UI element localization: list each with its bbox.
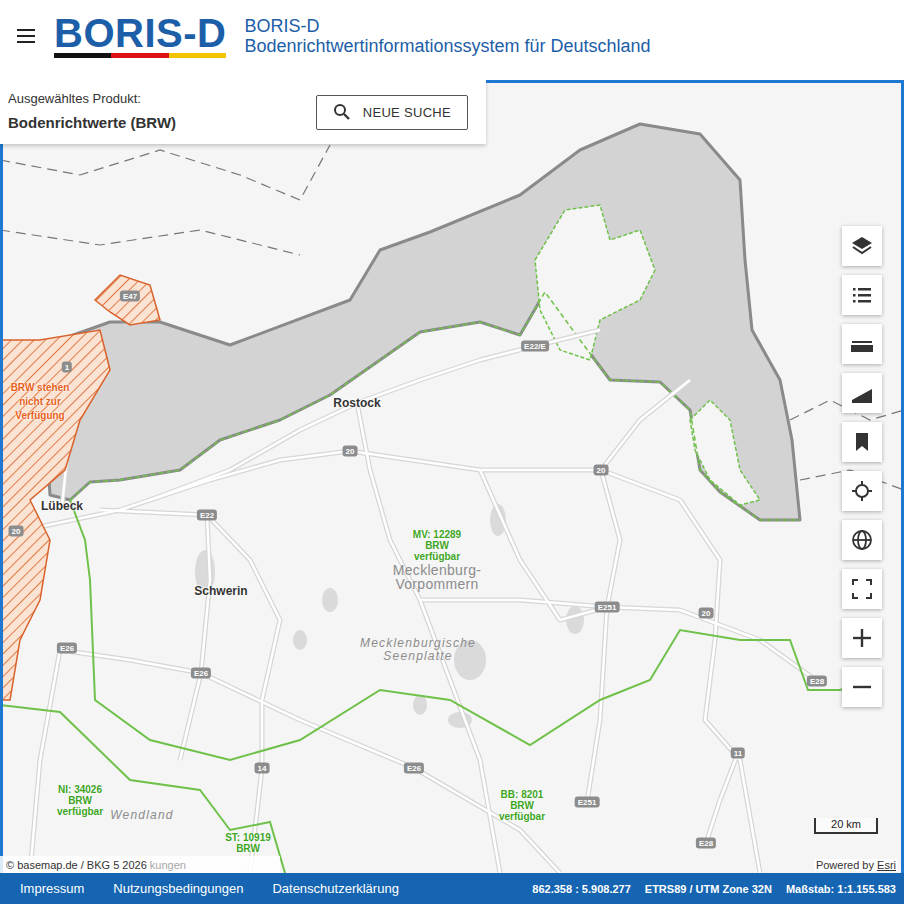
map-label: Mecklenburg-Vorpommern [393, 563, 481, 591]
road-network [20, 330, 817, 873]
map-label: Schwerin [194, 584, 247, 598]
attribution: © basemap.de / BKG 5 2026 [6, 859, 147, 871]
zoom-out-button[interactable] [842, 667, 882, 707]
road-shield: 1 [62, 362, 72, 373]
state-border [0, 705, 285, 873]
area-icon [850, 381, 874, 405]
list-icon [850, 283, 874, 307]
road-shield: 20 [594, 465, 609, 476]
header-titles: BORIS-DBodenrichtwertinformationssystem … [244, 16, 650, 56]
road-shield: E26 [57, 643, 77, 654]
distance-icon [850, 332, 874, 356]
road-shield: E22 [197, 510, 217, 521]
footer-link[interactable]: Nutzungsbedingungen [113, 881, 243, 896]
page: BORIS-DBORIS-DBodenrichtwertinformations… [0, 0, 904, 904]
coordinates: 862.358 : 5.908.277 [532, 883, 630, 895]
road-shield: 20 [9, 526, 24, 537]
map-label: Wendland [110, 809, 173, 822]
map-label: BB: 8201BRWverfügbar [499, 789, 545, 822]
globe-button[interactable] [842, 520, 882, 560]
logo-text: BORIS-D [54, 14, 226, 52]
product-panel: Ausgewähltes Produkt: Bodenrichtwerte (BR… [0, 80, 486, 144]
coast-line [70, 292, 800, 520]
header-subtitle: Bodenrichtwertinformationssystem für Deu… [244, 36, 650, 56]
road-shield: E251 [575, 797, 600, 808]
search-icon [333, 103, 351, 121]
product-label: Ausgewähltes Produkt: [8, 90, 176, 108]
map-label: Rostock [333, 396, 380, 410]
layers-button[interactable] [842, 226, 882, 266]
product-info: Ausgewähltes Produkt: Bodenrichtwerte (BR… [8, 90, 176, 134]
lake [293, 630, 307, 650]
road-shield: 14 [255, 763, 270, 774]
road-shield: E28 [807, 676, 827, 687]
faded-map-label: kungen [150, 859, 186, 871]
zoom-in-icon [850, 626, 874, 650]
unavailable-island [95, 275, 160, 325]
logo[interactable]: BORIS-D [54, 14, 226, 58]
fullscreen-button[interactable] [842, 569, 882, 609]
lake [322, 588, 338, 612]
zoom-out-icon [850, 675, 874, 699]
footer-link[interactable]: Impressum [20, 881, 84, 896]
header-title: BORIS-D [244, 16, 650, 36]
footer-links: Impressum Nutzungsbedingungen Datenschutze… [20, 881, 399, 896]
new-search-label: NEUE SUCHE [363, 105, 451, 120]
map-scale: Maßstab: 1:1.155.583 [786, 883, 896, 895]
zoom-in-button[interactable] [842, 618, 882, 658]
area-button[interactable] [842, 373, 882, 413]
esri-link[interactable]: Esri [877, 859, 896, 871]
usedom-island [690, 400, 760, 505]
powered-by: Powered by Esri [814, 859, 898, 871]
map-label: MV: 12289BRWverfügbar [413, 529, 461, 562]
fullscreen-icon [850, 577, 874, 601]
footer: Impressum Nutzungsbedingungen Datenschutze… [0, 873, 904, 904]
bookmark-button[interactable] [842, 422, 882, 462]
road-shield: E22/E [521, 341, 549, 352]
flag-stripe [54, 53, 226, 58]
locate-icon [850, 479, 874, 503]
road-shield: E26 [191, 668, 211, 679]
product-value: Bodenrichtwerte (BRW) [8, 112, 176, 134]
list-button[interactable] [842, 275, 882, 315]
ruegen-island [535, 205, 655, 360]
lake [413, 695, 427, 715]
road-shield: E26 [404, 763, 424, 774]
map-toolbar [842, 226, 882, 707]
road-shield: 11 [731, 748, 745, 759]
locate-button[interactable] [842, 471, 882, 511]
map-label: MecklenburgischeSeenplatte [360, 637, 476, 663]
road-shield: E28 [696, 838, 716, 849]
crs: ETRS89 / UTM Zone 32N [645, 883, 772, 895]
menu-icon[interactable] [15, 28, 37, 44]
state-border [70, 500, 870, 760]
header: BORIS-DBORIS-DBodenrichtwertinformations… [0, 0, 904, 80]
footer-info: 862.358 : 5.908.277 ETRS89 / UTM Zone 32N… [532, 883, 896, 895]
map-label: ST: 10919BRW [225, 832, 271, 854]
road-shield: E47 [120, 291, 140, 302]
road-shield: 20 [343, 446, 358, 457]
road-shield: 20 [699, 608, 714, 619]
footer-link[interactable]: Datenschutzerklärung [272, 881, 398, 896]
map-label: BRW stehennicht zurVerfügung [11, 381, 70, 423]
map[interactable]: E47 1 20 E22 E22/E 20 20 E26 E26 14 E26 E251 E251 20 1… [0, 80, 904, 873]
map-frame [0, 80, 904, 873]
distance-button[interactable] [842, 324, 882, 364]
attribution-bar: © basemap.de / BKG 5 2026kungen Powered b… [0, 856, 904, 873]
map-canvas[interactable] [0, 80, 904, 873]
map-label: NI: 34026BRWverfügbar [57, 784, 103, 817]
scale-label: 20 km [831, 818, 861, 830]
globe-icon [850, 528, 874, 552]
road-shield: E251 [595, 602, 620, 613]
map-label: Lübeck [41, 499, 83, 513]
new-search-button[interactable]: NEUE SUCHE [316, 95, 468, 130]
layers-icon [850, 234, 874, 258]
scale-bar: 20 km [814, 818, 878, 834]
bookmark-icon [850, 430, 874, 454]
